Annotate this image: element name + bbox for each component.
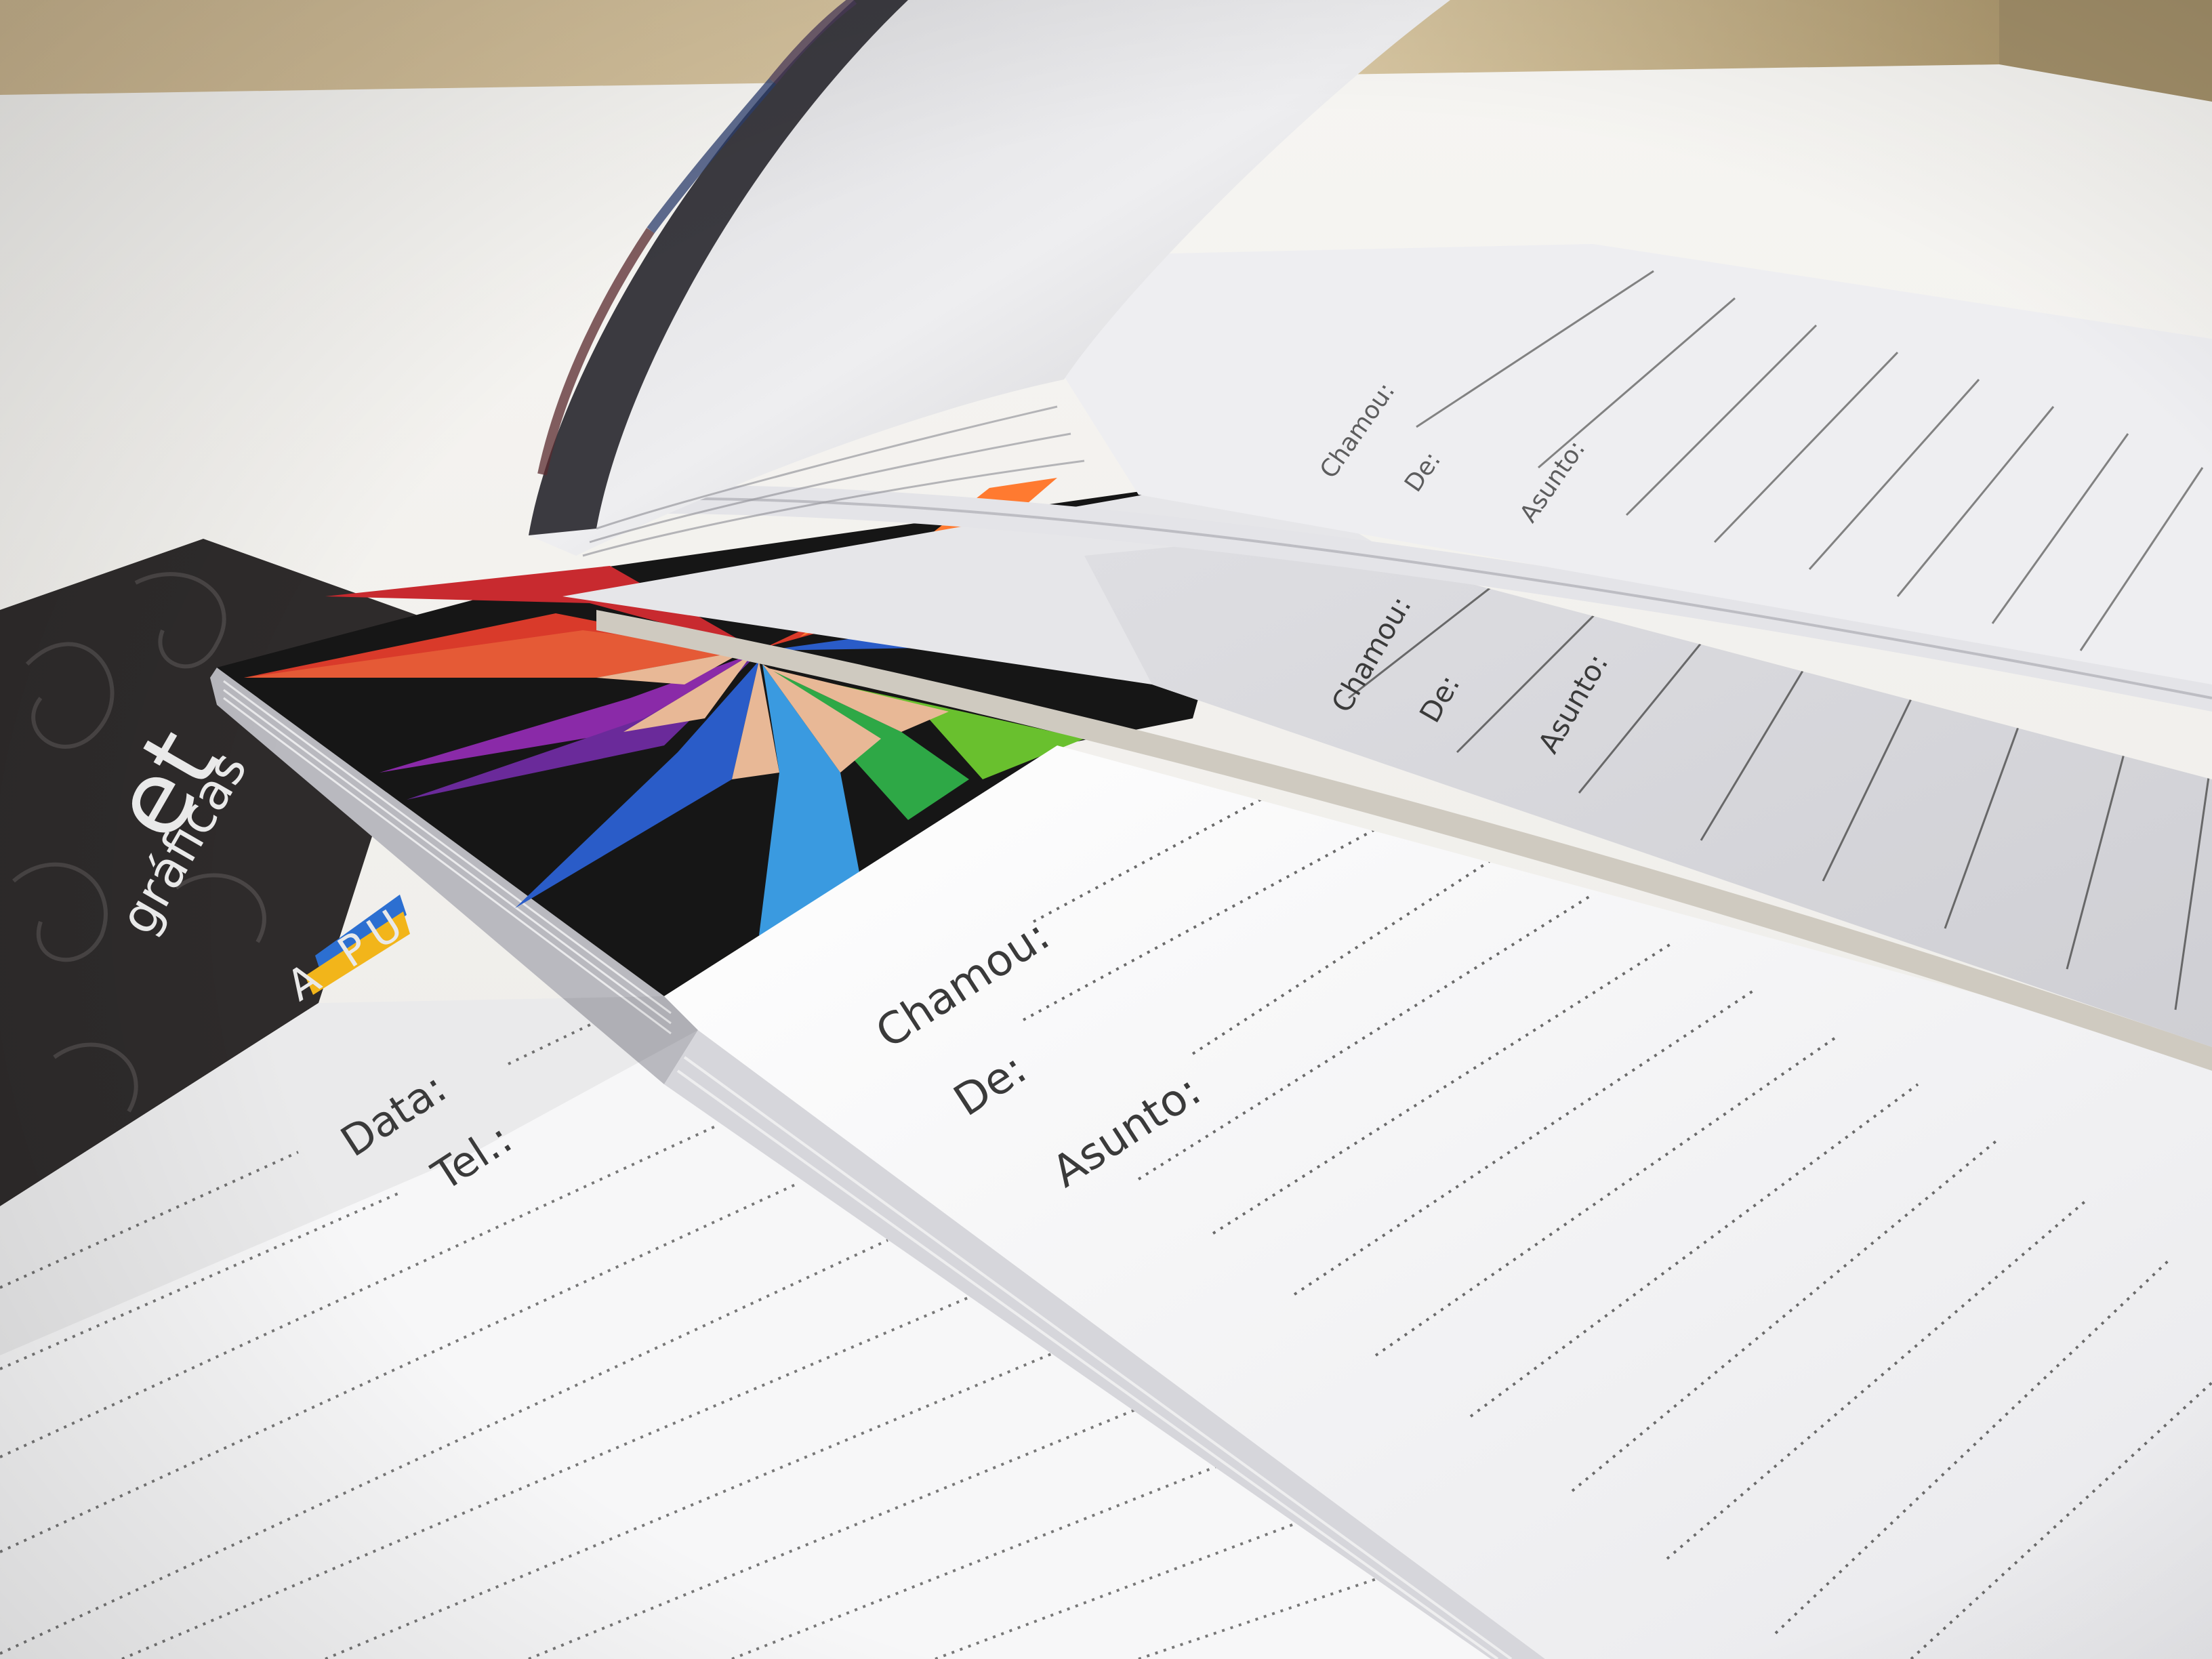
photo-scene: Chamou: De: Asunto: Chamou: De: Asunto: … bbox=[0, 0, 2212, 1659]
scene-graphics bbox=[0, 0, 2212, 1659]
